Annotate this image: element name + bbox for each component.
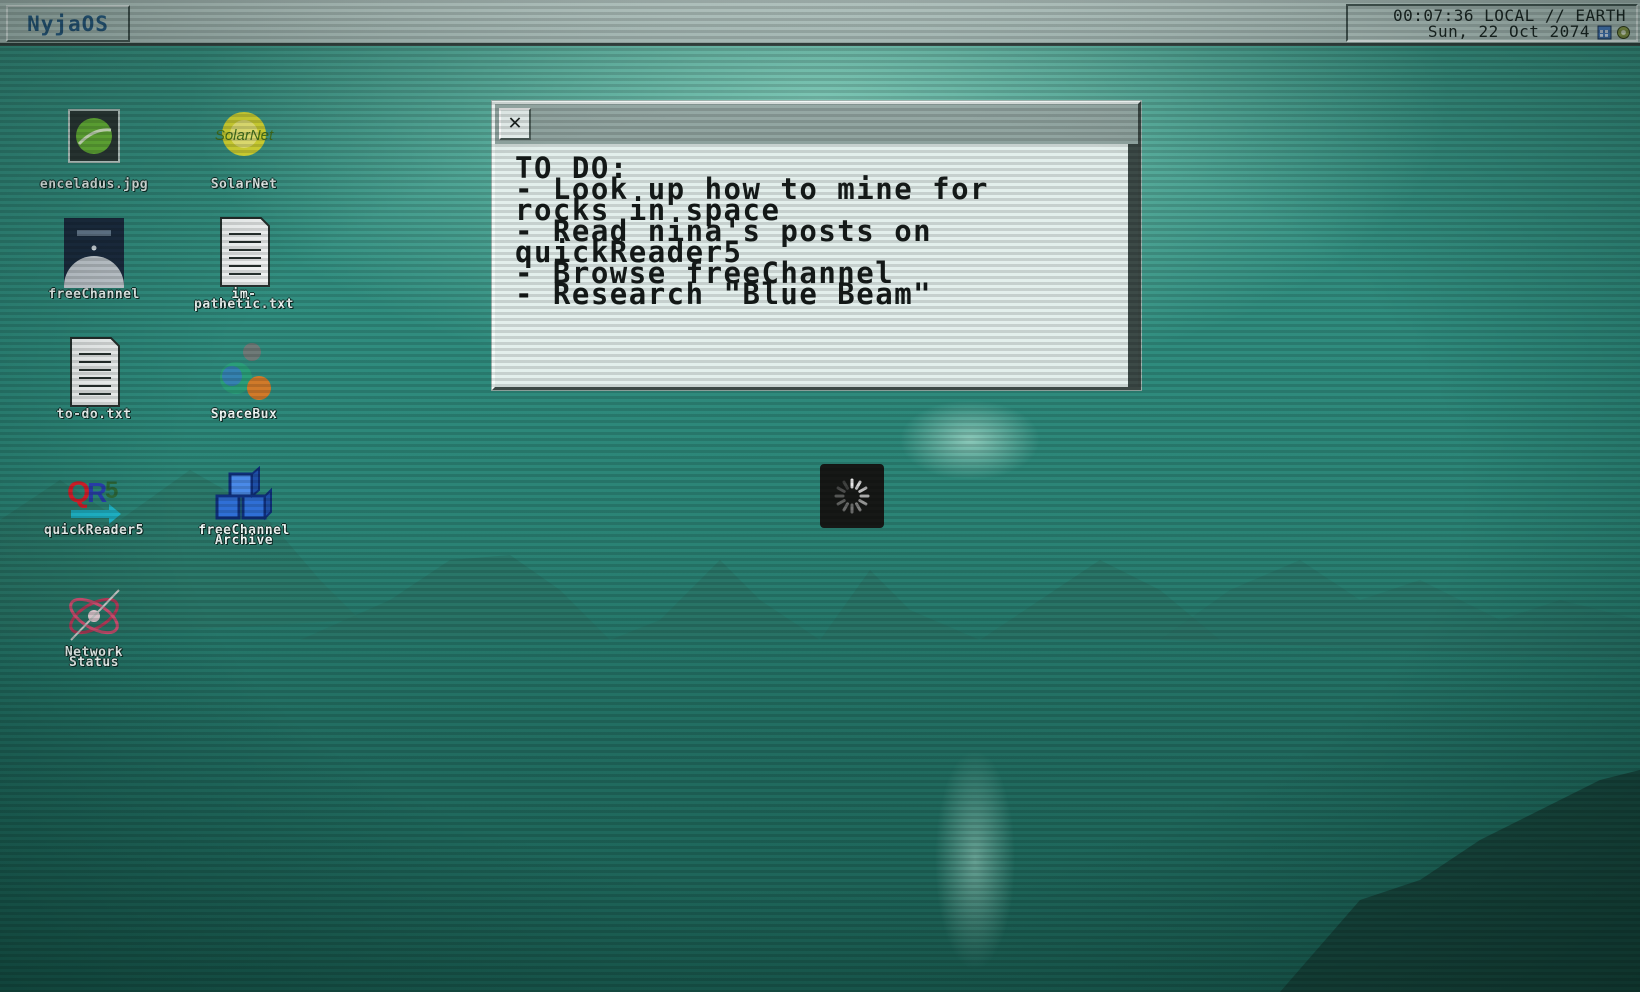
todo-text-content[interactable]: TO DO: - Look up how to mine for rocks i…: [495, 144, 1128, 387]
quickreader5-icon: Q R 5: [67, 476, 121, 524]
todo-line: - Research "Blue Beam": [515, 277, 933, 311]
svg-text:5: 5: [105, 477, 118, 504]
os-start-button[interactable]: NyjaOS: [6, 5, 130, 42]
desktop-icon-label: enceladus.jpg: [39, 177, 149, 192]
desktop-icon-label: quickReader5: [44, 523, 144, 538]
desktop-icon-solarnet[interactable]: SolarNet SolarNet: [174, 108, 314, 192]
window-scrollbar[interactable]: [1128, 144, 1138, 387]
desktop-icon-label: freeChannel Archive: [198, 523, 290, 548]
network-satellite-icon: [69, 589, 120, 641]
desktop-icon-label: im- pathetic.txt: [194, 287, 294, 312]
desktop-icon-im-pathetic[interactable]: im- pathetic.txt: [174, 216, 314, 312]
desktop-icon-enceladus[interactable]: enceladus.jpg: [24, 108, 164, 192]
todo-text-window: ✕ TO DO: - Look up how to mine for rocks…: [492, 101, 1141, 390]
desktop-icon-label: SolarNet: [210, 177, 278, 192]
desktop-icon-to-do[interactable]: to-do.txt: [24, 336, 164, 422]
desktop-icon-label: to-do.txt: [56, 407, 132, 422]
spacebux-planets-icon: [220, 343, 271, 400]
text-file-icon: [70, 337, 120, 407]
desktop-icon-quickreader5[interactable]: Q R 5 quickReader5: [24, 468, 164, 538]
taskbar: NyjaOS 00:07:36 LOCAL // EARTH Sun, 22 O…: [0, 0, 1640, 46]
desktop-icon-spacebux[interactable]: SpaceBux: [174, 336, 314, 422]
image-thumbnail-icon: [68, 109, 120, 163]
spinner-icon: [834, 478, 870, 514]
window-titlebar[interactable]: ✕: [495, 104, 1138, 144]
archive-cubes-icon: [215, 465, 272, 521]
desktop-icon-network-status[interactable]: Network Status: [24, 584, 164, 670]
loading-spinner: [820, 464, 884, 528]
system-clock: 00:07:36 LOCAL // EARTH Sun, 22 Oct 2074: [1346, 4, 1638, 42]
desktop-icon-label: SpaceBux: [210, 407, 278, 422]
svg-text:SolarNet: SolarNet: [215, 127, 274, 144]
text-file-icon: [220, 217, 270, 287]
desktop-icon-label: freeChannel: [48, 287, 140, 302]
freechannel-app-icon: [64, 218, 124, 316]
desktop-icon-freechannel-archive[interactable]: freeChannel Archive: [174, 465, 314, 548]
settings-gear-icon[interactable]: [1616, 25, 1631, 40]
desktop-icon-label: Network Status: [64, 645, 124, 670]
clock-date: Sun, 22 Oct 2074: [1427, 22, 1590, 41]
solarnet-logo-icon: SolarNet: [215, 112, 274, 156]
close-button[interactable]: ✕: [499, 108, 531, 140]
calendar-icon[interactable]: [1597, 25, 1612, 40]
desktop-icon-freechannel[interactable]: freeChannel: [24, 216, 164, 316]
